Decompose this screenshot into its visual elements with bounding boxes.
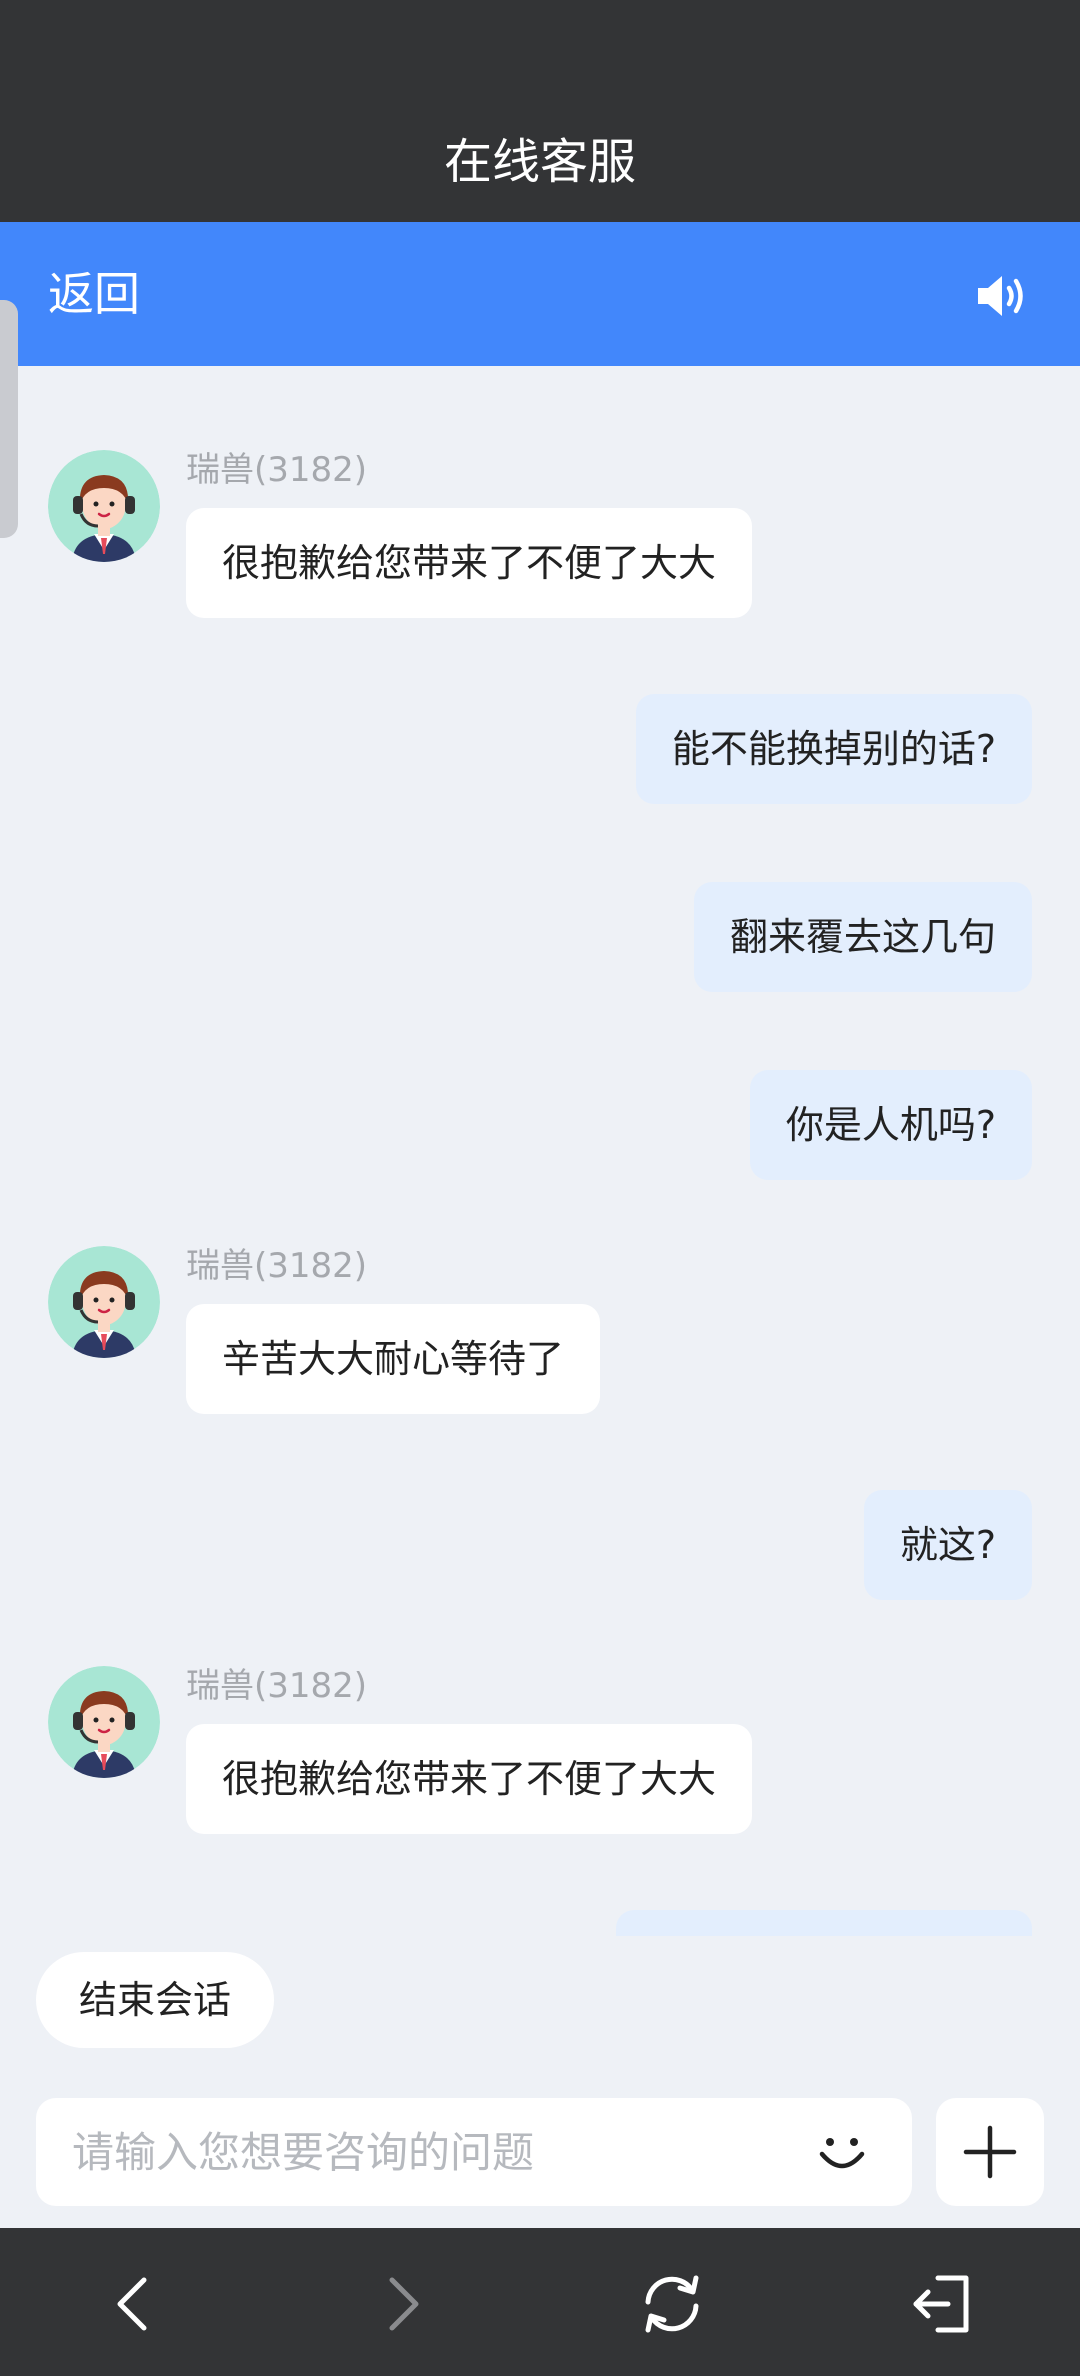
user-message-bubble-partial (616, 1910, 1032, 1936)
user-message-bubble: 就这? (863, 1490, 1032, 1600)
browser-nav-bar (0, 2228, 1080, 2376)
refresh-icon[interactable] (636, 2268, 708, 2340)
agent-message-bubble: 很抱歉给您带来了不便了大大 (186, 1724, 753, 1834)
chat-header: 返回 (0, 222, 1080, 366)
message-input-container (36, 2098, 912, 2206)
speaker-icon[interactable] (972, 266, 1032, 326)
user-message-bubble: 翻来覆去这几句 (693, 882, 1032, 992)
chat-message-list[interactable]: 瑞兽(3182) 很抱歉给您带来了不便了大大 能不能换掉别的话? 翻来覆去这几句… (0, 366, 1080, 1936)
exit-icon[interactable] (908, 2268, 980, 2340)
agent-name: 瑞兽(3182) (186, 450, 368, 490)
agent-avatar (48, 1246, 160, 1358)
chevron-left-icon[interactable] (98, 2268, 170, 2340)
end-session-button[interactable]: 结束会话 (36, 1952, 274, 2048)
back-button[interactable]: 返回 (48, 262, 140, 326)
agent-avatar-icon (48, 450, 160, 562)
agent-avatar (48, 450, 160, 562)
title-bar: 在线客服 (0, 0, 1080, 222)
agent-message-bubble: 辛苦大大耐心等待了 (186, 1304, 601, 1414)
agent-avatar (48, 1666, 160, 1778)
smile-icon[interactable] (812, 2122, 872, 2182)
user-message-bubble: 你是人机吗? (749, 1070, 1032, 1180)
chat-screen: 在线客服 返回 瑞兽(3182) 很抱歉给您带来了不便了大大 能不能换掉别的话?… (0, 0, 1080, 2376)
agent-message-bubble: 很抱歉给您带来了不便了大大 (186, 508, 753, 618)
plus-icon[interactable] (936, 2098, 1044, 2206)
message-input[interactable] (72, 2098, 792, 2206)
page-title: 在线客服 (443, 134, 636, 190)
agent-name: 瑞兽(3182) (186, 1666, 368, 1706)
agent-avatar-icon (48, 1666, 160, 1778)
agent-avatar-icon (48, 1246, 160, 1358)
chevron-right-icon[interactable] (366, 2268, 438, 2340)
agent-name: 瑞兽(3182) (186, 1246, 368, 1286)
user-message-bubble: 能不能换掉别的话? (635, 694, 1032, 804)
